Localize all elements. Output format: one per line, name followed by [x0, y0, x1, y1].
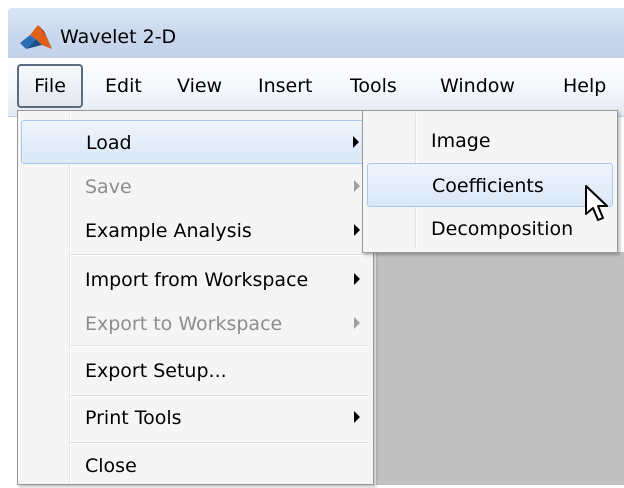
menu-window[interactable]: Window [440, 64, 515, 108]
menu-item-label: Save [85, 176, 132, 198]
menu-item-label: Export to Workspace [85, 313, 283, 335]
menu-view[interactable]: View [177, 64, 222, 108]
menu-item-label: Print Tools [85, 407, 182, 429]
submenu-arrow-icon [354, 180, 360, 192]
menu-item-save[interactable]: Save [21, 165, 370, 209]
submenu-item-label: Coefficients [432, 175, 544, 197]
submenu-arrow-icon [354, 224, 360, 236]
load-submenu: Image Coefficients Decomposition [362, 110, 618, 253]
menu-insert[interactable]: Insert [258, 64, 313, 108]
menu-separator [70, 254, 370, 256]
menu-item-example-analysis[interactable]: Example Analysis [21, 209, 370, 253]
submenu-arrow-icon [354, 411, 360, 423]
submenu-item-label: Image [431, 130, 491, 152]
file-menu-dropdown: Load Save Example Analysis Import from W… [17, 110, 374, 485]
menu-item-close[interactable]: Close [21, 444, 370, 488]
menu-help[interactable]: Help [563, 64, 606, 108]
menu-item-export-to-workspace[interactable]: Export to Workspace [21, 302, 370, 346]
submenu-item-decomposition[interactable]: Decomposition [367, 207, 613, 251]
mouse-pointer-icon [585, 185, 608, 221]
menu-item-label: Example Analysis [85, 220, 252, 242]
menu-edit[interactable]: Edit [105, 64, 142, 108]
submenu-item-image[interactable]: Image [367, 119, 613, 163]
menu-item-label: Import from Workspace [85, 269, 309, 291]
submenu-item-coefficients[interactable]: Coefficients [367, 163, 613, 207]
submenu-arrow-icon [353, 136, 359, 148]
menu-item-import-from-workspace[interactable]: Import from Workspace [21, 258, 370, 302]
menu-bar [8, 58, 624, 117]
matlab-logo-icon [20, 25, 52, 49]
window-title: Wavelet 2-D [60, 26, 177, 48]
menu-separator [70, 345, 370, 347]
menu-item-print-tools[interactable]: Print Tools [21, 396, 370, 440]
figure-canvas [376, 252, 624, 485]
menu-item-label: Load [86, 132, 132, 154]
menu-tools[interactable]: Tools [350, 64, 397, 108]
menu-item-export-setup[interactable]: Export Setup... [21, 349, 370, 393]
menu-item-label: Export Setup... [85, 360, 227, 382]
submenu-item-label: Decomposition [431, 218, 574, 240]
menu-item-load[interactable]: Load [21, 120, 370, 164]
submenu-arrow-icon [354, 317, 360, 329]
menu-file[interactable]: File [17, 64, 83, 108]
submenu-arrow-icon [354, 273, 360, 285]
menu-item-label: Close [85, 455, 137, 477]
